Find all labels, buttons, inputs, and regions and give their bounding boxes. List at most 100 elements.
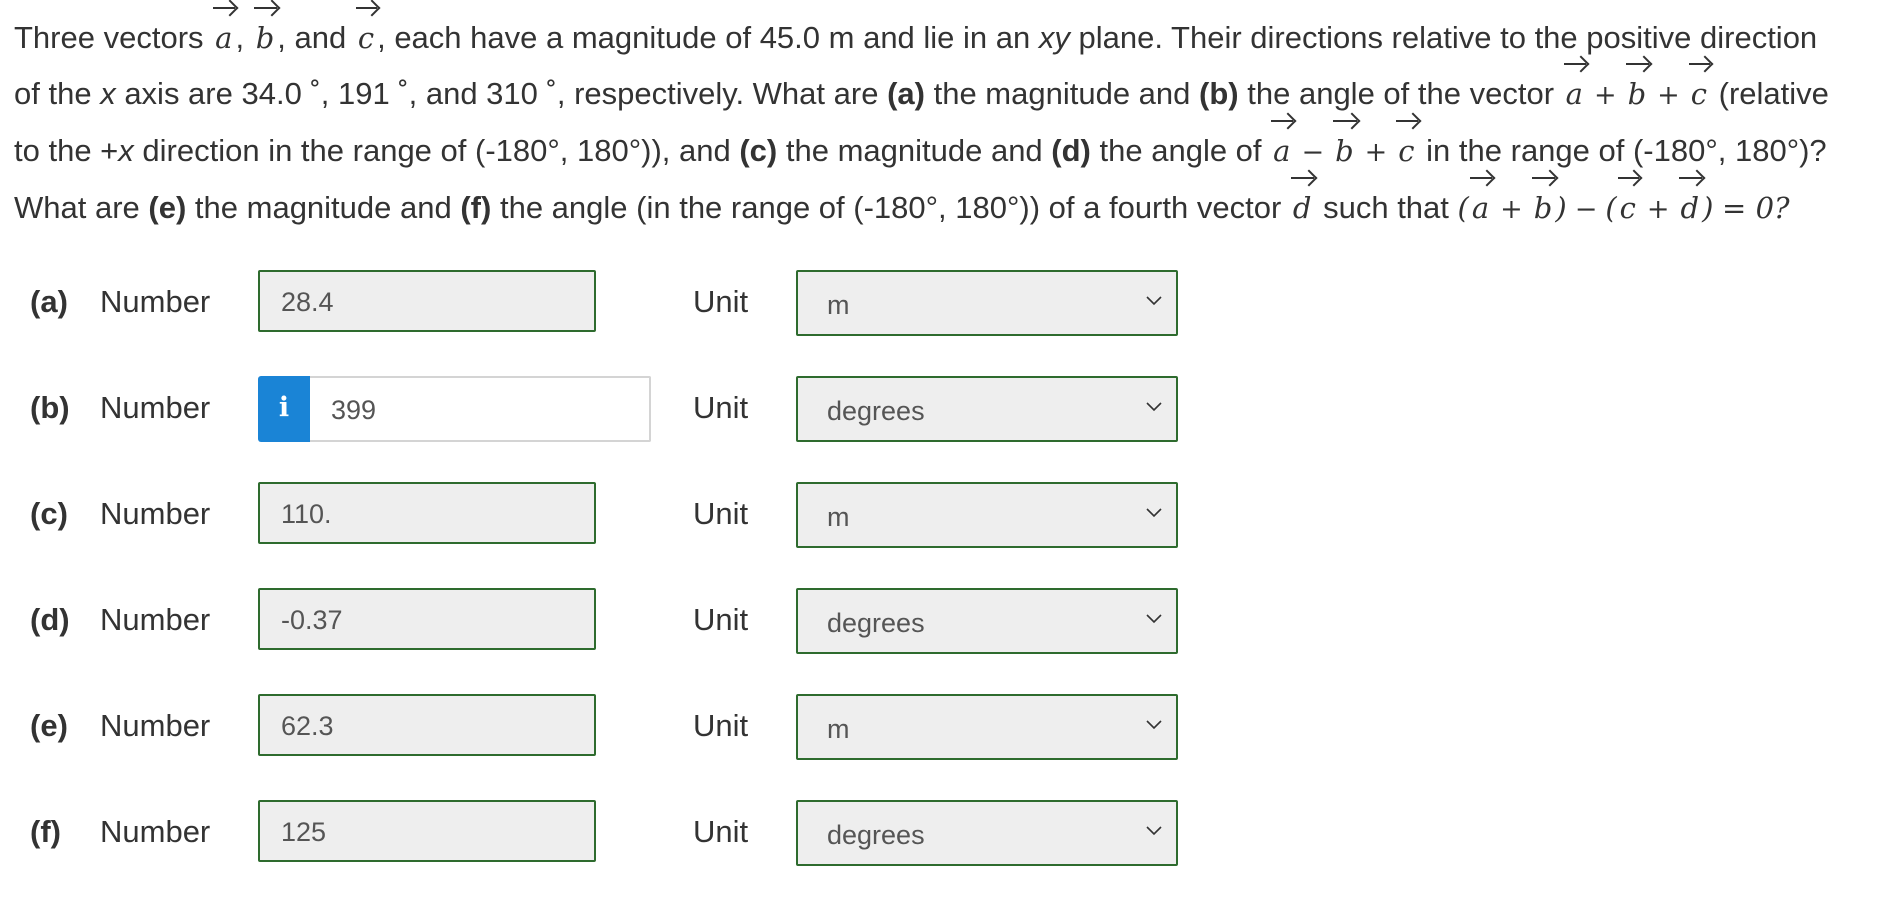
text: direction in the range of (-180°, 180°))…	[142, 133, 731, 168]
unit-select-e[interactable]: m	[796, 694, 1178, 760]
part-label: (d)	[30, 602, 70, 637]
vector-b: b	[1332, 120, 1357, 179]
chevron-down-icon	[1146, 826, 1162, 836]
unit-label: Unit	[693, 814, 749, 849]
answer-row-b: (b) Number i 399 Unit degrees	[0, 376, 1886, 442]
part-marker: (f)	[460, 190, 492, 225]
vector-d: d	[1678, 177, 1703, 236]
answer-row-a: (a) Number 28.4 Unit m	[0, 270, 1886, 336]
vector-b: b	[253, 7, 278, 66]
part-label: (f)	[30, 814, 61, 849]
unit-select-value: m	[827, 502, 850, 532]
text: the magnitude and	[194, 190, 452, 225]
unit-label: Unit	[693, 708, 749, 743]
unit-label: Unit	[693, 284, 749, 319]
vector-a: a	[1270, 120, 1294, 179]
part-label: (e)	[30, 708, 68, 743]
plus-sign: +	[1657, 80, 1680, 111]
unit-select-value: degrees	[827, 608, 925, 638]
text: Three vectors	[14, 20, 204, 55]
text: axis are 34.0 ˚, 191 ˚, and 310 ˚, respe…	[124, 76, 879, 111]
unit-select-d[interactable]: degrees	[796, 588, 1178, 654]
number-input-c[interactable]: 110.	[258, 482, 596, 544]
vector-a: a	[1563, 63, 1587, 122]
text: the angle of the vector	[1247, 76, 1555, 111]
number-input-d[interactable]: -0.37	[258, 588, 596, 650]
text: the magnitude and	[785, 133, 1043, 168]
unit-select-a[interactable]: m	[796, 270, 1178, 336]
text: the angle (in the range of (-180°, 180°)…	[499, 190, 1282, 225]
unit-select-value: m	[827, 714, 850, 744]
answer-row-c: (c) Number 110. Unit m	[0, 482, 1886, 548]
vector-a: a	[1469, 177, 1493, 236]
chevron-down-icon	[1146, 508, 1162, 518]
part-marker: (c)	[739, 133, 778, 168]
part-marker: (e)	[148, 190, 187, 225]
paren: (	[1605, 191, 1617, 225]
number-input-b[interactable]: 399	[310, 376, 651, 442]
question-line-2: of the x axis are 34.0 ˚, 191 ˚, and 310…	[14, 63, 1880, 123]
text: such that	[1323, 190, 1449, 225]
number-input-e[interactable]: 62.3	[258, 694, 596, 756]
text: to the +	[14, 133, 119, 168]
part-marker: (a)	[887, 76, 925, 111]
paren: (	[1457, 191, 1469, 225]
text: xy	[1038, 20, 1070, 55]
number-label: Number	[100, 708, 211, 743]
unit-select-b[interactable]: degrees	[796, 376, 1178, 442]
vector-c: c	[1688, 63, 1711, 122]
text: in the range of (-180°, 180°)?	[1426, 133, 1827, 168]
plus-sign: +	[1364, 137, 1388, 168]
number-input-f[interactable]: 125	[258, 800, 596, 862]
chevron-down-icon	[1146, 296, 1162, 306]
text: , and	[277, 20, 347, 55]
text: What are	[14, 190, 140, 225]
vector-c: c	[355, 7, 378, 66]
plus-sign: +	[1593, 80, 1617, 111]
part-label: (a)	[30, 284, 68, 319]
number-label: Number	[100, 284, 211, 319]
unit-select-f[interactable]: degrees	[796, 800, 1178, 866]
text: the magnitude and	[933, 76, 1191, 111]
minus-sign: −	[1301, 137, 1325, 168]
number-input-a[interactable]: 28.4	[258, 270, 596, 332]
vector-c: c	[1395, 120, 1418, 179]
answer-row-e: (e) Number 62.3 Unit m	[0, 694, 1886, 760]
plus-sign: +	[1646, 194, 1670, 225]
part-marker: (b)	[1199, 76, 1239, 111]
unit-select-value: m	[827, 290, 850, 320]
part-label: (c)	[30, 496, 68, 531]
unit-select-value: degrees	[827, 820, 925, 850]
info-icon[interactable]: i	[258, 376, 310, 442]
number-label: Number	[100, 814, 211, 849]
unit-label: Unit	[693, 496, 749, 531]
unit-label: Unit	[693, 602, 749, 637]
minus-sign: −	[1574, 194, 1598, 225]
vector-d: d	[1290, 177, 1315, 236]
text: plane. Their directions relative to the …	[1078, 20, 1818, 55]
unit-select-c[interactable]: m	[796, 482, 1178, 548]
unit-select-value: degrees	[827, 396, 925, 426]
number-label: Number	[100, 496, 211, 531]
text: the angle of	[1099, 133, 1262, 168]
text: ,	[235, 20, 245, 55]
question-line-4: What are (e) the magnitude and (f) the a…	[14, 177, 1880, 237]
part-marker: (d)	[1051, 133, 1091, 168]
paren: )	[1702, 191, 1714, 225]
text: , each have a magnitude of 45.0 m and li…	[377, 20, 1031, 55]
vector-b: b	[1625, 63, 1650, 122]
question-line-3: to the +x direction in the range of (-18…	[14, 120, 1880, 180]
answer-row-d: (d) Number -0.37 Unit degrees	[0, 588, 1886, 654]
number-label: Number	[100, 390, 211, 425]
equals-zero: = 0?	[1722, 191, 1790, 225]
question-line-1: Three vectors a, b, and c, each have a m…	[14, 7, 1880, 66]
text: (relative	[1718, 76, 1829, 111]
question-text: Three vectors a, b, and c, each have a m…	[14, 7, 1880, 237]
paren: )	[1555, 191, 1567, 225]
chevron-down-icon	[1146, 614, 1162, 624]
answer-row-f: (f) Number 125 Unit degrees	[0, 800, 1886, 866]
text: x	[118, 133, 134, 168]
text: of the	[14, 76, 92, 111]
part-label: (b)	[30, 390, 70, 425]
vector-b: b	[1531, 177, 1556, 236]
